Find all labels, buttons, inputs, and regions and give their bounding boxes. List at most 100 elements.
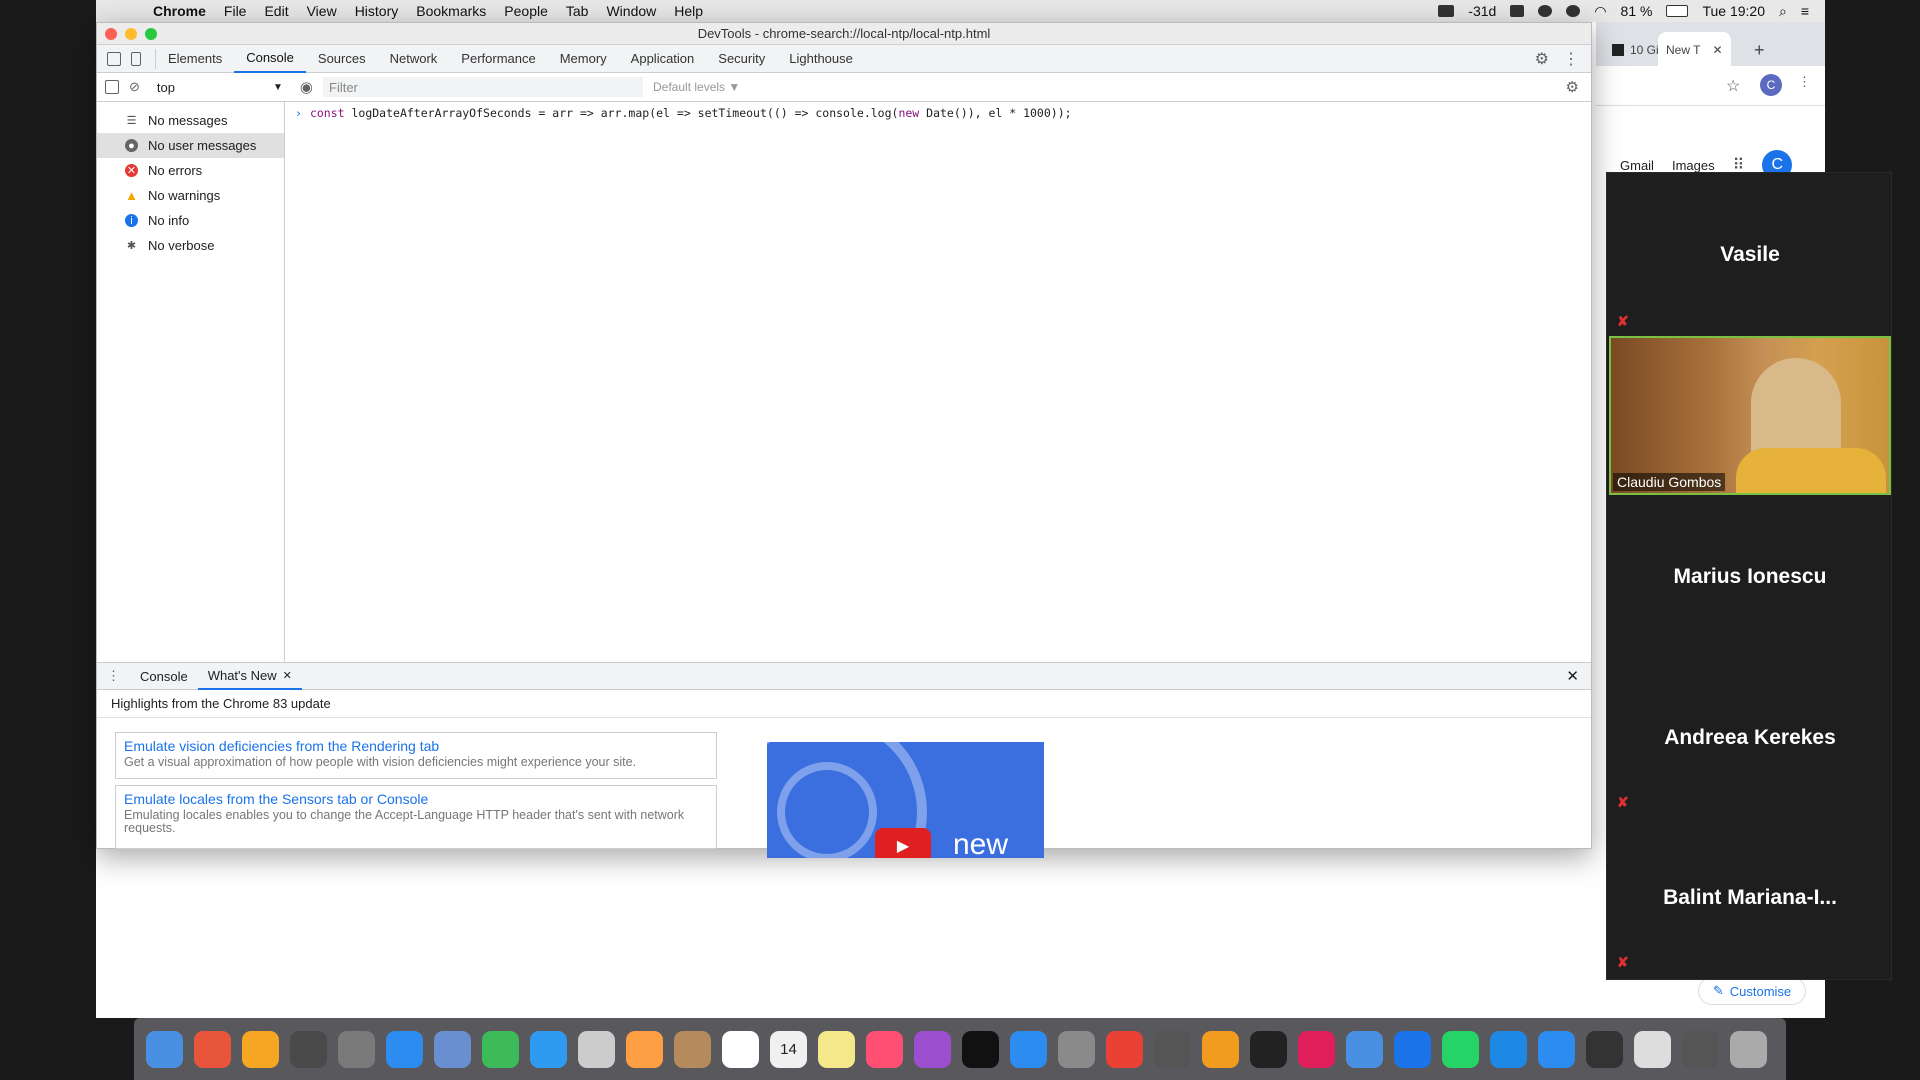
- tab-elements[interactable]: Elements: [156, 45, 234, 73]
- dock-app-icon[interactable]: [914, 1030, 951, 1068]
- sidebar-item-verbose[interactable]: ✱ No verbose: [97, 233, 284, 258]
- sidebar-item-messages[interactable]: ☰ No messages: [97, 108, 284, 133]
- device-toolbar-icon[interactable]: [131, 51, 141, 66]
- dock-app-icon[interactable]: [386, 1030, 423, 1068]
- dock-app-icon[interactable]: [674, 1030, 711, 1068]
- drawer-tab-console[interactable]: Console: [130, 662, 198, 690]
- console-input-area[interactable]: › const logDateAfterArrayOfSeconds = arr …: [285, 102, 1591, 662]
- dock-app-icon[interactable]: [818, 1030, 855, 1068]
- youtube-play-icon[interactable]: ▶: [875, 828, 931, 858]
- profile-avatar-icon[interactable]: C: [1760, 74, 1782, 96]
- dock-app-icon[interactable]: [1058, 1030, 1095, 1068]
- dock-app-icon[interactable]: [338, 1030, 375, 1068]
- apple-icon[interactable]: [114, 3, 130, 19]
- participant-tile[interactable]: Balint Mariana-I... ✘: [1607, 818, 1893, 978]
- menu-window[interactable]: Window: [597, 3, 665, 19]
- kebab-menu-icon[interactable]: ⋮: [1563, 49, 1579, 69]
- dock-app-icon[interactable]: [1730, 1030, 1767, 1068]
- settings-gear-icon[interactable]: ⚙: [1535, 49, 1549, 69]
- dock-app-icon[interactable]: [1538, 1030, 1575, 1068]
- participant-video-tile[interactable]: Claudiu Gombos: [1609, 336, 1891, 495]
- feature-card-title[interactable]: Emulate locales from the Sensors tab or …: [124, 791, 708, 807]
- clear-console-icon[interactable]: ⊘: [129, 79, 140, 95]
- battery-icon[interactable]: [1666, 5, 1689, 17]
- close-tab-icon[interactable]: ✕: [1712, 43, 1722, 57]
- dock-app-icon[interactable]: [1682, 1030, 1719, 1068]
- menu-help[interactable]: Help: [665, 3, 712, 19]
- feature-card[interactable]: Emulate vision deficiencies from the Ren…: [115, 732, 717, 779]
- tab-memory[interactable]: Memory: [548, 45, 619, 73]
- tab-performance[interactable]: Performance: [449, 45, 547, 73]
- menu-history[interactable]: History: [346, 3, 408, 19]
- dock-app-icon[interactable]: [194, 1030, 231, 1068]
- menu-file[interactable]: File: [215, 3, 256, 19]
- dock-app-icon[interactable]: [1250, 1030, 1287, 1068]
- dock-app-icon[interactable]: [1394, 1030, 1431, 1068]
- menu-people[interactable]: People: [495, 3, 557, 19]
- sidebar-item-errors[interactable]: ✕ No errors: [97, 158, 284, 183]
- battery-temp-text[interactable]: -31d: [1468, 3, 1496, 19]
- filter-input[interactable]: Filter: [323, 77, 643, 97]
- participant-tile[interactable]: Marius Ionescu: [1607, 495, 1893, 658]
- battery-percent[interactable]: 81 %: [1621, 3, 1653, 19]
- drawer-menu-icon[interactable]: ⋮: [97, 668, 130, 684]
- calendar-app-icon[interactable]: 14: [770, 1030, 807, 1068]
- dropbox-icon[interactable]: [1510, 5, 1525, 17]
- feature-card-title[interactable]: Emulate vision deficiencies from the Ren…: [124, 738, 708, 754]
- whats-new-video-thumbnail[interactable]: ▶ new: [767, 742, 1044, 858]
- bookmark-star-icon[interactable]: ☆: [1726, 76, 1740, 96]
- skype-icon[interactable]: [1538, 5, 1553, 17]
- close-drawer-icon[interactable]: ✕: [1566, 667, 1579, 685]
- dock-app-icon[interactable]: [1634, 1030, 1671, 1068]
- tab-security[interactable]: Security: [706, 45, 777, 73]
- menu-view[interactable]: View: [298, 3, 346, 19]
- menu-bookmarks[interactable]: Bookmarks: [407, 3, 495, 19]
- log-levels-dropdown[interactable]: Default levels ▼: [653, 80, 740, 94]
- close-window-icon[interactable]: [105, 28, 117, 40]
- clock[interactable]: Tue 19:20: [1702, 3, 1765, 19]
- dock-app-icon[interactable]: [626, 1030, 663, 1068]
- dock-app-icon[interactable]: [1490, 1030, 1527, 1068]
- sidebar-toggle-icon[interactable]: [105, 80, 119, 94]
- feature-card[interactable]: Emulate locales from the Sensors tab or …: [115, 785, 717, 849]
- console-settings-icon[interactable]: ⚙: [1566, 78, 1579, 96]
- dock-app-icon[interactable]: [146, 1030, 183, 1068]
- dock-app-icon[interactable]: [1442, 1030, 1479, 1068]
- customise-button[interactable]: ✎ Customise: [1698, 977, 1806, 1005]
- sidebar-item-info[interactable]: i No info: [97, 208, 284, 233]
- tab-sources[interactable]: Sources: [306, 45, 378, 73]
- gmail-link[interactable]: Gmail: [1620, 158, 1654, 173]
- participant-tile[interactable]: Vasile ✘: [1607, 173, 1893, 336]
- new-tab-icon[interactable]: +: [1746, 32, 1773, 68]
- dock-app-icon[interactable]: [962, 1030, 999, 1068]
- dock-app-icon[interactable]: [1106, 1030, 1143, 1068]
- dock-app-icon[interactable]: [866, 1030, 903, 1068]
- spotlight-icon[interactable]: ⌕: [1779, 3, 1787, 20]
- images-link[interactable]: Images: [1672, 158, 1715, 173]
- drawer-tab-whats-new[interactable]: What's New ✕: [197, 662, 302, 690]
- dock-app-icon[interactable]: [1202, 1030, 1239, 1068]
- dock-app-icon[interactable]: [434, 1030, 471, 1068]
- dock-app-icon[interactable]: [290, 1030, 327, 1068]
- dock-app-icon[interactable]: [1586, 1030, 1623, 1068]
- chrome-menu-icon[interactable]: ⋮: [1798, 74, 1811, 90]
- menu-app-chrome[interactable]: Chrome: [144, 3, 215, 19]
- close-tab-icon[interactable]: ✕: [283, 669, 292, 682]
- chrome-tab-2[interactable]: New T ✕: [1658, 32, 1731, 68]
- tab-lighthouse[interactable]: Lighthouse: [777, 45, 865, 73]
- context-selector[interactable]: top ▼: [149, 77, 290, 97]
- sidebar-item-user-messages[interactable]: ● No user messages: [97, 133, 284, 158]
- vpn-icon[interactable]: [1566, 5, 1581, 17]
- tab-console[interactable]: Console: [234, 45, 306, 73]
- zoom-window-icon[interactable]: [145, 28, 157, 40]
- participant-tile[interactable]: Andreea Kerekes ✘: [1607, 658, 1893, 818]
- dock-app-icon[interactable]: [1346, 1030, 1383, 1068]
- dock-app-icon[interactable]: [242, 1030, 279, 1068]
- tab-network[interactable]: Network: [378, 45, 450, 73]
- wifi-icon[interactable]: ◠: [1594, 3, 1606, 20]
- tab-application[interactable]: Application: [619, 45, 707, 73]
- dock-app-icon[interactable]: [482, 1030, 519, 1068]
- live-expression-eye-icon[interactable]: ◉: [300, 78, 313, 96]
- menu-tab[interactable]: Tab: [557, 3, 598, 19]
- inspect-element-icon[interactable]: [107, 51, 121, 66]
